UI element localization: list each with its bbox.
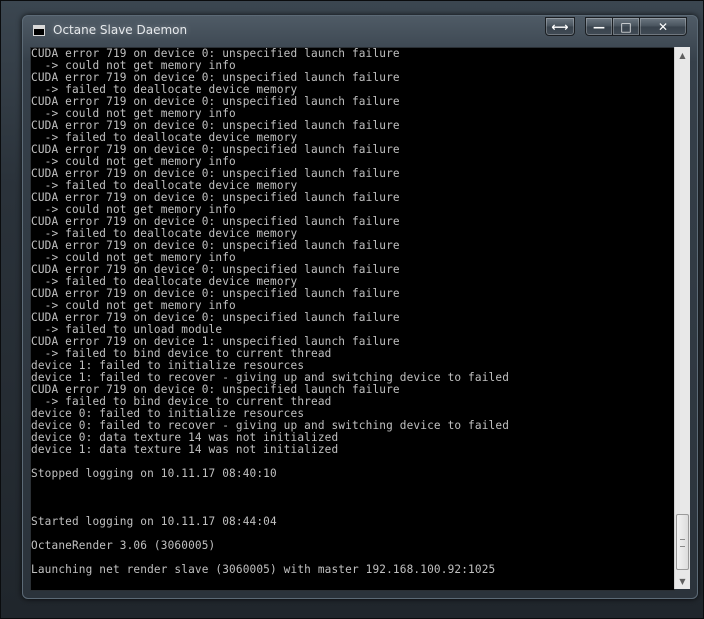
- console-app-icon[interactable]: [33, 25, 45, 36]
- close-icon: ✕: [657, 19, 669, 34]
- console-line: Started logging on 10.11.17 08:44:04: [31, 515, 277, 528]
- close-button[interactable]: ✕: [639, 17, 687, 36]
- console-line: device 1: data texture 14 was not initia…: [31, 443, 339, 456]
- console-output[interactable]: CUDA error 719 on device 0: unspecified …: [30, 47, 675, 591]
- scroll-down-arrow-icon[interactable]: ▼: [675, 573, 690, 589]
- minimize-icon: —: [593, 19, 605, 34]
- window-title: Octane Slave Daemon: [53, 23, 188, 37]
- resize-button[interactable]: ⟷: [545, 17, 575, 36]
- console-window: Octane Slave Daemon ⟷ — □ ✕ CUDA error 7…: [22, 15, 698, 599]
- console-lines: CUDA error 719 on device 0: unspecified …: [31, 48, 509, 576]
- scroll-up-arrow-icon[interactable]: ▲: [675, 47, 690, 63]
- maximize-icon: □: [620, 19, 632, 34]
- desktop-background: Octane Slave Daemon ⟷ — □ ✕ CUDA error 7…: [0, 0, 704, 619]
- console-line: Stopped logging on 10.11.17 08:40:10: [31, 467, 277, 480]
- maximize-button[interactable]: □: [612, 17, 640, 36]
- minimize-button[interactable]: —: [585, 17, 613, 36]
- scroll-thumb[interactable]: [676, 514, 689, 570]
- double-arrow-icon: ⟷: [551, 19, 569, 34]
- console-line: Launching net render slave (3060005) wit…: [31, 563, 496, 576]
- title-bar[interactable]: Octane Slave Daemon ⟷ — □ ✕: [23, 16, 697, 48]
- vertical-scrollbar[interactable]: ▲ ▼: [674, 47, 690, 589]
- console-line: OctaneRender 3.06 (3060005): [31, 539, 216, 552]
